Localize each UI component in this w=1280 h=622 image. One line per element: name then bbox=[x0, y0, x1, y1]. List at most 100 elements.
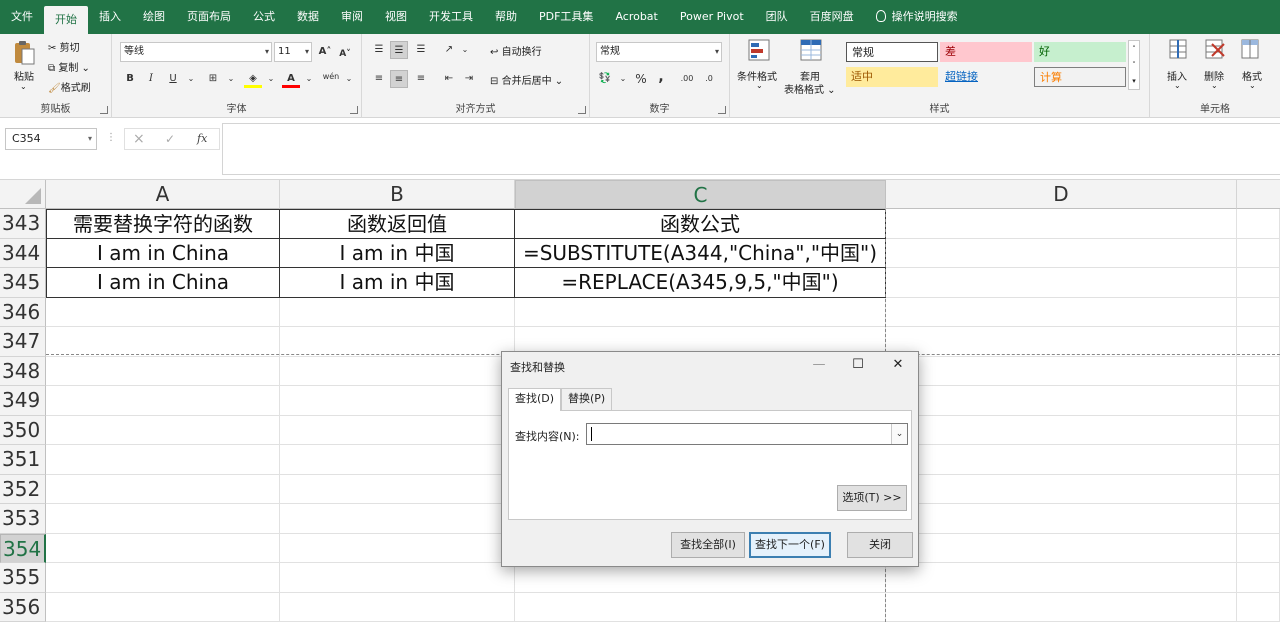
grid-cell[interactable] bbox=[280, 415, 515, 445]
grid-cell[interactable] bbox=[46, 356, 280, 386]
wrap-text-button[interactable]: ↩ 自动换行 bbox=[490, 43, 542, 58]
tab-data[interactable]: 数据 bbox=[286, 0, 330, 34]
grid-cell[interactable] bbox=[886, 327, 1237, 357]
insert-cells-icon[interactable] bbox=[1168, 38, 1190, 62]
percent-button[interactable]: % bbox=[632, 70, 650, 88]
number-launcher-icon[interactable] bbox=[718, 106, 726, 114]
align-right-icon[interactable]: ≡ bbox=[412, 70, 430, 88]
grid-cell[interactable] bbox=[46, 504, 280, 534]
delete-cells-icon[interactable] bbox=[1204, 38, 1226, 62]
grid-cell[interactable] bbox=[1237, 474, 1280, 504]
accounting-dropdown-icon[interactable]: ⌄ bbox=[614, 70, 632, 88]
style-neutral[interactable]: 适中 bbox=[846, 67, 938, 87]
grid-cell[interactable] bbox=[280, 533, 515, 563]
conditional-dropdown-icon[interactable]: ⌄ bbox=[756, 81, 763, 90]
grid-cell[interactable] bbox=[1237, 297, 1280, 327]
grid-cell[interactable] bbox=[280, 592, 515, 622]
cut-button[interactable]: ✂ 剪切 bbox=[48, 39, 80, 54]
format-cells-icon[interactable] bbox=[1240, 38, 1262, 62]
grid-cell[interactable]: 需要替换字符的函数 bbox=[46, 209, 280, 239]
grid-cell[interactable] bbox=[886, 268, 1237, 298]
tab-draw[interactable]: 绘图 bbox=[132, 0, 176, 34]
grid-cell[interactable] bbox=[280, 445, 515, 475]
tab-review[interactable]: 审阅 bbox=[330, 0, 374, 34]
tab-team[interactable]: 团队 bbox=[755, 0, 799, 34]
tab-help[interactable]: 帮助 bbox=[484, 0, 528, 34]
phonetic-button[interactable]: wén bbox=[322, 68, 340, 86]
grid-cell[interactable] bbox=[46, 563, 280, 593]
font-name-select[interactable]: 等线 ▾ bbox=[120, 42, 272, 62]
grid-cell[interactable] bbox=[46, 386, 280, 416]
increase-decimal-button[interactable]: .00 bbox=[678, 70, 696, 88]
format-dropdown-icon[interactable]: ⌄ bbox=[1249, 81, 1256, 90]
formula-bar-splitter[interactable]: ⋮ bbox=[106, 132, 116, 143]
align-top-icon[interactable]: ☰ bbox=[370, 41, 388, 59]
font-size-select[interactable]: 11 ▾ bbox=[274, 42, 312, 62]
clipboard-launcher-icon[interactable] bbox=[100, 106, 108, 114]
paste-button[interactable]: 粘贴 bbox=[14, 68, 34, 83]
grid-cell[interactable] bbox=[280, 386, 515, 416]
grid-cell[interactable] bbox=[1237, 592, 1280, 622]
paste-dropdown-icon[interactable]: ⌄ bbox=[20, 82, 27, 91]
paste-icon[interactable] bbox=[12, 40, 36, 65]
enter-icon[interactable]: ✓ bbox=[165, 132, 175, 146]
grid-cell[interactable] bbox=[886, 445, 1237, 475]
fill-color-icon[interactable]: ◈ bbox=[244, 70, 262, 88]
column-header-d[interactable]: D bbox=[886, 180, 1237, 209]
grid-cell[interactable] bbox=[46, 327, 280, 357]
accounting-icon[interactable]: 💱 bbox=[596, 70, 614, 88]
tab-acrobat[interactable]: Acrobat bbox=[604, 0, 668, 34]
conditional-format-icon[interactable] bbox=[748, 39, 772, 63]
grid-cell[interactable] bbox=[1237, 356, 1280, 386]
grid-cell[interactable] bbox=[1237, 238, 1280, 268]
tab-view[interactable]: 视图 bbox=[374, 0, 418, 34]
column-header-c[interactable]: C bbox=[515, 180, 886, 209]
grid-cell[interactable] bbox=[886, 474, 1237, 504]
column-header-a[interactable]: A bbox=[46, 180, 280, 209]
style-normal[interactable]: 常规 bbox=[846, 42, 938, 62]
comma-button[interactable]: , bbox=[652, 68, 670, 86]
close-icon[interactable]: ✕ bbox=[883, 354, 913, 376]
format-as-table-button[interactable]: 表格格式 ⌄ bbox=[784, 81, 836, 96]
grid-cell[interactable] bbox=[280, 297, 515, 327]
underline-dropdown-icon[interactable]: ⌄ bbox=[182, 70, 200, 88]
increase-indent-icon[interactable]: ⇥ bbox=[460, 70, 478, 88]
italic-button[interactable]: I bbox=[142, 70, 160, 88]
decrease-indent-icon[interactable]: ⇤ bbox=[440, 70, 458, 88]
grid-cell[interactable] bbox=[515, 592, 886, 622]
style-bad[interactable]: 差 bbox=[940, 42, 1032, 62]
grid-cell[interactable] bbox=[1237, 415, 1280, 445]
font-color-button[interactable]: A bbox=[282, 70, 300, 88]
row-header[interactable]: 346 bbox=[0, 297, 46, 327]
grid-cell[interactable] bbox=[46, 533, 280, 563]
style-calculation[interactable]: 计算 bbox=[1034, 67, 1126, 87]
row-header[interactable]: 348 bbox=[0, 356, 46, 386]
grid-cell[interactable] bbox=[515, 297, 886, 327]
row-header[interactable]: 350 bbox=[0, 415, 46, 445]
format-painter-button[interactable]: 🖌格式刷 bbox=[48, 79, 91, 94]
orientation-dropdown-icon[interactable]: ⌄ bbox=[456, 41, 474, 59]
column-header-e[interactable] bbox=[1237, 180, 1280, 209]
insert-function-icon[interactable]: fx bbox=[197, 132, 207, 145]
row-header[interactable]: 352 bbox=[0, 474, 46, 504]
maximize-icon[interactable]: ☐ bbox=[843, 354, 873, 376]
formula-input[interactable] bbox=[222, 123, 1280, 175]
tell-me-search[interactable]: 操作说明搜索 bbox=[865, 0, 969, 34]
borders-dropdown-icon[interactable]: ⌄ bbox=[222, 70, 240, 88]
tab-insert[interactable]: 插入 bbox=[88, 0, 132, 34]
tab-developer[interactable]: 开发工具 bbox=[418, 0, 484, 34]
grid-cell[interactable]: I am in 中国 bbox=[280, 238, 515, 268]
tab-power-pivot[interactable]: Power Pivot bbox=[669, 0, 755, 34]
options-button[interactable]: 选项(T) >> bbox=[837, 485, 907, 511]
style-good[interactable]: 好 bbox=[1034, 42, 1126, 62]
align-left-icon[interactable]: ≡ bbox=[370, 70, 388, 88]
grid-cell[interactable] bbox=[886, 386, 1237, 416]
grid-cell[interactable] bbox=[1237, 445, 1280, 475]
tab-file[interactable]: 文件 bbox=[0, 0, 44, 34]
grid-cell[interactable]: 函数返回值 bbox=[280, 209, 515, 239]
grow-font-button[interactable]: A˄ bbox=[316, 43, 334, 61]
grid-cell[interactable] bbox=[46, 592, 280, 622]
bold-button[interactable]: B bbox=[121, 70, 139, 88]
insert-dropdown-icon[interactable]: ⌄ bbox=[1174, 81, 1181, 90]
grid-cell[interactable] bbox=[280, 356, 515, 386]
